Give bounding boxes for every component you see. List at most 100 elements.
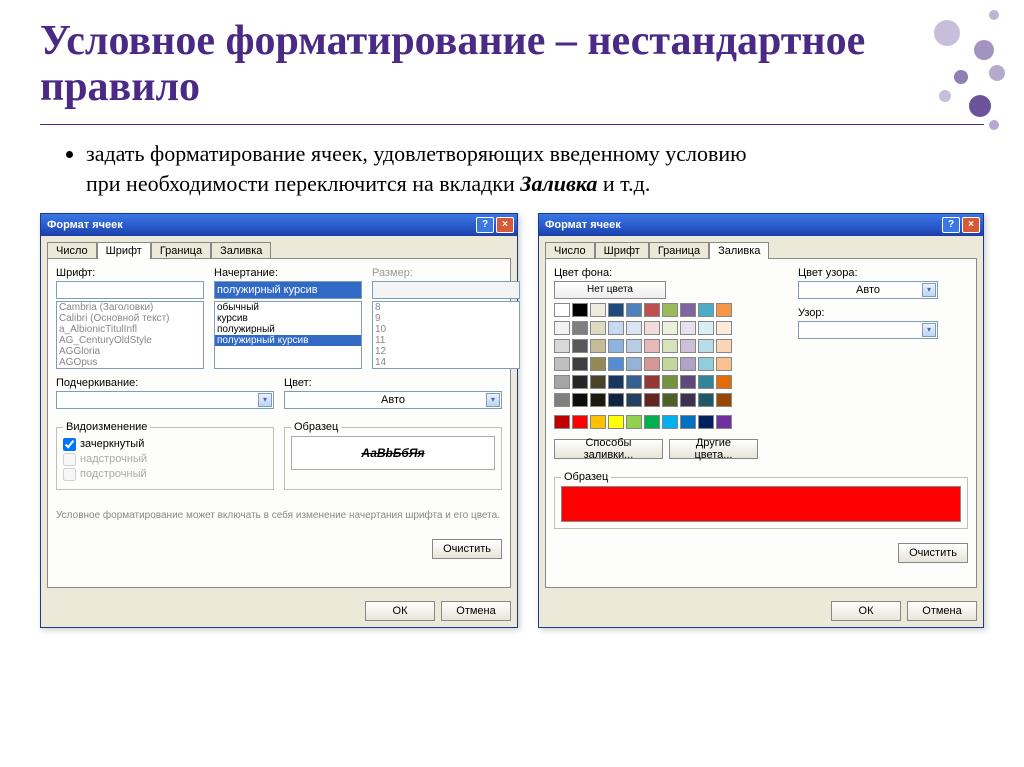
color-swatch[interactable] xyxy=(572,357,588,371)
color-swatch[interactable] xyxy=(590,339,606,353)
color-swatch[interactable] xyxy=(608,357,624,371)
color-swatch[interactable] xyxy=(662,415,678,429)
color-swatch[interactable] xyxy=(608,321,624,335)
pattern-dropdown[interactable]: ▾ xyxy=(798,321,938,339)
color-swatch[interactable] xyxy=(644,415,660,429)
color-swatch[interactable] xyxy=(680,393,696,407)
color-swatch[interactable] xyxy=(698,415,714,429)
font-option[interactable]: AG_CenturyOldStyle xyxy=(57,335,203,346)
close-button[interactable]: × xyxy=(496,217,514,233)
color-swatch[interactable] xyxy=(662,339,678,353)
color-swatch[interactable] xyxy=(716,375,732,389)
color-swatch[interactable] xyxy=(698,321,714,335)
color-swatch[interactable] xyxy=(662,321,678,335)
color-swatch[interactable] xyxy=(644,357,660,371)
color-swatch[interactable] xyxy=(554,393,570,407)
font-input[interactable] xyxy=(56,281,204,299)
fill-methods-button[interactable]: Способы заливки... xyxy=(554,439,663,459)
color-swatch[interactable] xyxy=(644,303,660,317)
underline-dropdown[interactable]: ▾ xyxy=(56,391,274,409)
color-swatch[interactable] xyxy=(572,339,588,353)
tab-number[interactable]: Число xyxy=(47,242,97,259)
color-swatch[interactable] xyxy=(698,393,714,407)
help-button[interactable]: ? xyxy=(476,217,494,233)
tab-font[interactable]: Шрифт xyxy=(97,242,151,259)
titlebar[interactable]: Формат ячеек ? × xyxy=(41,214,517,236)
tab-number[interactable]: Число xyxy=(545,242,595,259)
color-swatch[interactable] xyxy=(680,415,696,429)
color-swatch[interactable] xyxy=(554,303,570,317)
color-swatch[interactable] xyxy=(716,357,732,371)
color-swatch[interactable] xyxy=(626,339,642,353)
pattern-color-dropdown[interactable]: Авто ▾ xyxy=(798,281,938,299)
color-swatch[interactable] xyxy=(572,375,588,389)
cancel-button[interactable]: Отмена xyxy=(907,601,977,621)
color-swatch[interactable] xyxy=(644,375,660,389)
color-swatch[interactable] xyxy=(590,393,606,407)
color-swatch[interactable] xyxy=(662,303,678,317)
color-swatch[interactable] xyxy=(626,375,642,389)
color-swatch[interactable] xyxy=(644,393,660,407)
tab-font[interactable]: Шрифт xyxy=(595,242,649,259)
color-swatch[interactable] xyxy=(554,415,570,429)
font-option[interactable]: Calibri (Основной текст) xyxy=(57,313,203,324)
color-dropdown[interactable]: Авто ▾ xyxy=(284,391,502,409)
tab-fill[interactable]: Заливка xyxy=(211,242,271,259)
color-swatch[interactable] xyxy=(662,357,678,371)
font-option[interactable]: Cambria (Заголовки) xyxy=(57,302,203,313)
color-swatch[interactable] xyxy=(680,375,696,389)
color-swatch[interactable] xyxy=(590,357,606,371)
font-listbox[interactable]: Cambria (Заголовки) Calibri (Основной те… xyxy=(56,301,204,369)
tab-fill[interactable]: Заливка xyxy=(709,242,769,259)
color-swatch[interactable] xyxy=(644,321,660,335)
strikethrough-checkbox[interactable]: зачеркнутый xyxy=(63,438,267,451)
font-option[interactable]: a_AlbionicTitulInfl xyxy=(57,324,203,335)
color-swatch[interactable] xyxy=(608,303,624,317)
style-option[interactable]: курсив xyxy=(215,313,361,324)
clear-button[interactable]: Очистить xyxy=(898,543,968,563)
color-swatch[interactable] xyxy=(626,303,642,317)
color-swatch[interactable] xyxy=(626,321,642,335)
color-swatch[interactable] xyxy=(608,393,624,407)
color-swatch[interactable] xyxy=(554,339,570,353)
color-swatch[interactable] xyxy=(572,415,588,429)
ok-button[interactable]: ОК xyxy=(831,601,901,621)
cancel-button[interactable]: Отмена xyxy=(441,601,511,621)
color-swatch[interactable] xyxy=(662,393,678,407)
color-swatch[interactable] xyxy=(716,339,732,353)
ok-button[interactable]: ОК xyxy=(365,601,435,621)
color-swatch[interactable] xyxy=(608,375,624,389)
color-swatch[interactable] xyxy=(590,375,606,389)
color-swatch[interactable] xyxy=(698,375,714,389)
font-option[interactable]: AGGloria xyxy=(57,346,203,357)
color-swatch[interactable] xyxy=(680,321,696,335)
color-palette[interactable] xyxy=(554,299,758,407)
color-swatch[interactable] xyxy=(590,415,606,429)
color-swatch[interactable] xyxy=(554,375,570,389)
color-swatch[interactable] xyxy=(626,357,642,371)
style-input[interactable] xyxy=(214,281,362,299)
titlebar[interactable]: Формат ячеек ? × xyxy=(539,214,983,236)
color-swatch[interactable] xyxy=(698,357,714,371)
color-swatch[interactable] xyxy=(554,357,570,371)
color-swatch[interactable] xyxy=(572,321,588,335)
color-swatch[interactable] xyxy=(572,393,588,407)
style-option[interactable]: обычный xyxy=(215,302,361,313)
tab-border[interactable]: Граница xyxy=(151,242,211,259)
style-option[interactable]: полужирный xyxy=(215,324,361,335)
color-swatch[interactable] xyxy=(716,415,732,429)
color-swatch[interactable] xyxy=(662,375,678,389)
color-swatch[interactable] xyxy=(608,339,624,353)
more-colors-button[interactable]: Другие цвета... xyxy=(669,439,758,459)
color-swatch[interactable] xyxy=(590,303,606,317)
color-swatch[interactable] xyxy=(644,339,660,353)
color-swatch[interactable] xyxy=(554,321,570,335)
color-swatch[interactable] xyxy=(608,415,624,429)
color-swatch[interactable] xyxy=(680,339,696,353)
tab-border[interactable]: Граница xyxy=(649,242,709,259)
color-swatch[interactable] xyxy=(626,415,642,429)
color-swatch[interactable] xyxy=(680,357,696,371)
style-listbox[interactable]: обычный курсив полужирный полужирный кур… xyxy=(214,301,362,369)
color-swatch[interactable] xyxy=(716,321,732,335)
color-swatch[interactable] xyxy=(572,303,588,317)
